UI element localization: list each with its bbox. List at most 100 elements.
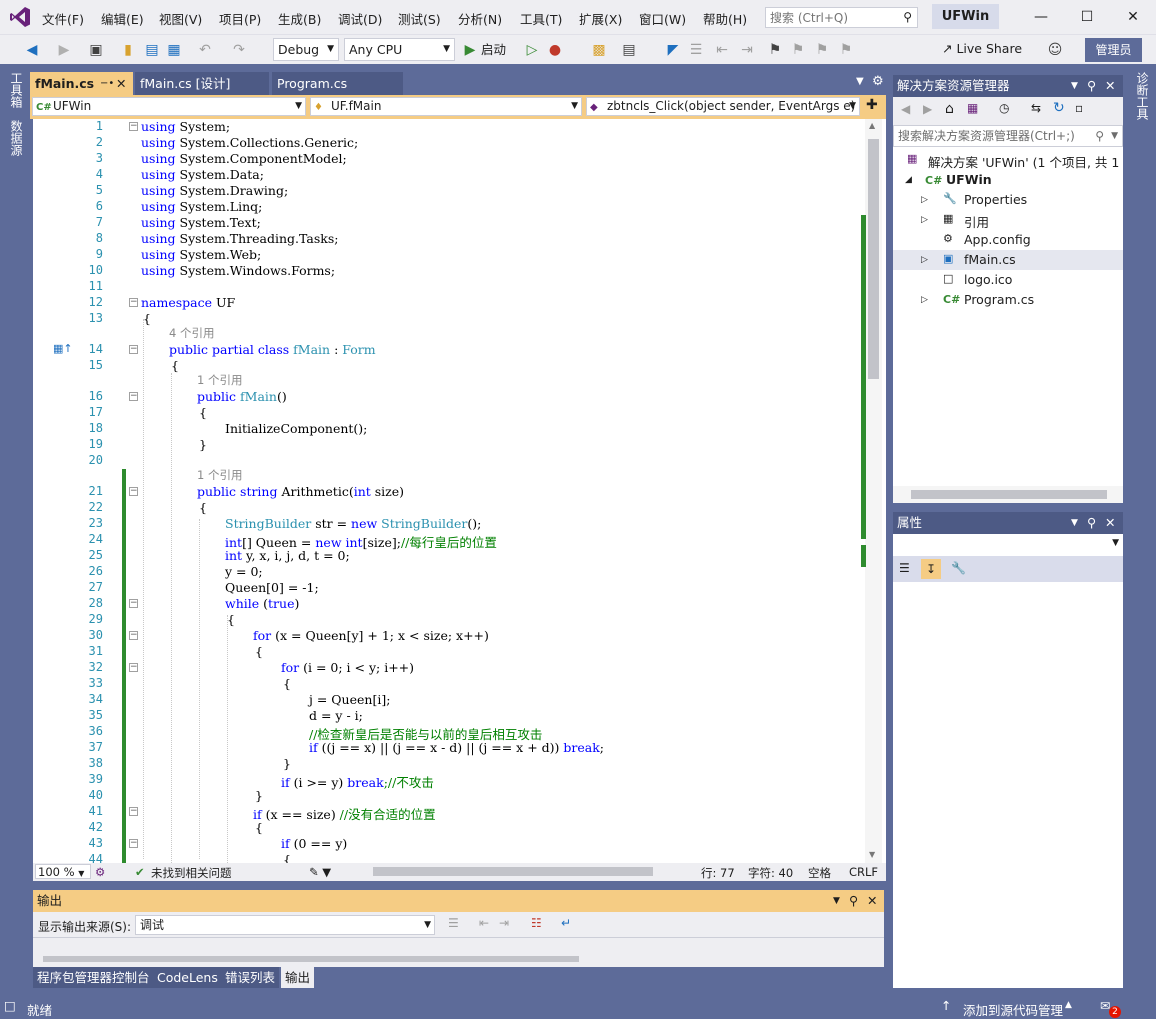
scrollbar-thumb[interactable] xyxy=(911,490,1107,499)
collapse-icon[interactable]: − xyxy=(129,392,138,401)
add-to-source-control[interactable]: 添加到源代码管理 xyxy=(963,1000,1063,1019)
tree-app-config[interactable]: App.config xyxy=(964,232,1031,247)
new-project-icon[interactable]: ▣ xyxy=(86,40,106,60)
step-icon[interactable]: ◤ xyxy=(664,40,682,60)
collapse-icon[interactable]: − xyxy=(129,298,138,307)
tree-fmain-cs[interactable]: fMain.cs xyxy=(964,252,1016,267)
minimize-icon[interactable]: — xyxy=(1026,6,1056,28)
bookmark-icon[interactable]: ⚑ xyxy=(767,40,783,60)
redo-icon[interactable]: ↷ xyxy=(230,40,248,60)
solution-hscroll[interactable] xyxy=(893,486,1123,503)
forward-icon[interactable]: ▶ xyxy=(923,102,932,116)
solution-search-input[interactable]: 搜索解决方案资源管理器(Ctrl+;) ⚲ ▼ xyxy=(893,125,1123,147)
close-panel-icon[interactable]: ✕ xyxy=(1105,512,1115,534)
outdent-icon[interactable]: ⇤ xyxy=(713,40,731,60)
datasource-tab[interactable]: 数据源 xyxy=(8,120,25,156)
tree-properties[interactable]: Properties xyxy=(964,192,1027,207)
indent-icon[interactable]: ⇥ xyxy=(738,40,756,60)
codelens-references[interactable]: 1 个引用 xyxy=(197,372,242,388)
close-panel-icon[interactable]: ✕ xyxy=(1105,75,1115,97)
menu-view[interactable]: 视图(V) xyxy=(159,9,202,28)
expand-icon[interactable]: ▷ xyxy=(921,215,928,225)
menu-test[interactable]: 测试(S) xyxy=(398,9,441,28)
class-dropdown[interactable]: ♦ UF.fMain ▼ xyxy=(310,97,582,116)
collapse-icon[interactable]: − xyxy=(129,839,138,848)
feedback-icon[interactable]: ☺ xyxy=(1045,40,1065,60)
admin-badge[interactable]: 管理员 xyxy=(1085,38,1142,62)
prev-message-icon[interactable]: ⇤ xyxy=(479,916,489,930)
home-icon[interactable]: ⌂ xyxy=(945,101,954,117)
tree-program-cs[interactable]: Program.cs xyxy=(964,292,1034,307)
tab-error-list[interactable]: 错误列表 xyxy=(221,967,280,988)
output-window-icon[interactable]: □ xyxy=(4,998,16,1013)
pin-icon[interactable]: ⚲ xyxy=(1087,75,1096,97)
indent-mode[interactable]: 空格 xyxy=(808,865,831,881)
start-icon[interactable]: ▶ xyxy=(462,40,478,60)
menu-extensions[interactable]: 扩展(X) xyxy=(579,9,622,28)
alphabetical-icon[interactable]: ↧ xyxy=(921,559,941,579)
collapse-icon[interactable]: − xyxy=(129,487,138,496)
clear-all-icon[interactable]: ☷ xyxy=(531,916,542,930)
zoom-select[interactable]: 100 % ▼ xyxy=(35,864,91,879)
property-pages-icon[interactable]: 🔧 xyxy=(951,561,966,575)
implements-icon[interactable]: ▦↑ xyxy=(53,342,73,355)
menu-window[interactable]: 窗口(W) xyxy=(639,9,686,28)
hot-reload-icon[interactable]: ● xyxy=(546,40,564,60)
pin-icon[interactable]: ⚲ xyxy=(1087,512,1096,534)
project-dropdown[interactable]: C# UFWin ▼ xyxy=(32,97,306,116)
close-icon[interactable]: ✕ xyxy=(1118,6,1148,28)
expand-icon[interactable]: ▷ xyxy=(921,255,928,265)
sync-icon[interactable]: ⇆ xyxy=(1031,101,1041,115)
panel-menu-icon[interactable]: ▼ xyxy=(1071,75,1078,97)
output-source-select[interactable]: 调试 ▼ xyxy=(135,915,435,935)
line-ending[interactable]: CRLF xyxy=(849,865,878,879)
solution-switch-icon[interactable]: ▦ xyxy=(967,101,978,115)
cleanup-icon[interactable]: ✎ ▼ xyxy=(309,865,331,879)
output-hscroll[interactable] xyxy=(43,956,579,962)
menu-project[interactable]: 项目(P) xyxy=(219,9,261,28)
pending-changes-icon[interactable]: ◷ xyxy=(999,101,1009,115)
horizontal-scrollbar[interactable] xyxy=(373,867,653,876)
tab-codelens[interactable]: CodeLens xyxy=(153,967,222,988)
search-box[interactable]: ⚲ xyxy=(765,7,918,28)
collapse-icon[interactable]: − xyxy=(129,599,138,608)
comment-icon[interactable]: ☰ xyxy=(687,40,705,60)
pin-icon[interactable]: −• xyxy=(100,72,114,95)
goto-icon[interactable]: ☰ xyxy=(448,916,459,930)
settings-icon[interactable]: ⚙ xyxy=(872,74,884,89)
open-folder-icon[interactable]: ▮ xyxy=(120,40,136,60)
toolbox-tab[interactable]: 工具箱 xyxy=(8,72,25,108)
code-editor[interactable]: 1 2 3 4 5 6 7 8 9 10 11 12 13 14 15 16 1… xyxy=(33,119,886,863)
refresh-icon[interactable]: ↻ xyxy=(1053,100,1065,116)
live-share-button[interactable]: ↗ Live Share xyxy=(942,41,1022,56)
back-icon[interactable]: ◀ xyxy=(901,102,910,116)
chevron-up-icon[interactable]: ▲ xyxy=(1065,1000,1072,1010)
config-select[interactable]: Debug ▼ xyxy=(273,38,339,61)
solution-icon[interactable]: ▩ xyxy=(590,40,608,60)
pin-icon[interactable]: ⚲ xyxy=(849,890,858,912)
tab-fmain-cs[interactable]: fMain.cs −• ✕ xyxy=(30,72,133,95)
menu-build[interactable]: 生成(B) xyxy=(278,9,321,28)
maximize-icon[interactable]: ☐ xyxy=(1072,6,1102,28)
diagnostics-tab[interactable]: 诊断工具 xyxy=(1134,72,1151,120)
member-dropdown[interactable]: ◆ zbtncls_Click(object sender, EventArgs… xyxy=(586,97,860,116)
chevron-down-icon[interactable]: ▼ xyxy=(1111,126,1118,146)
bookmark-prev-icon[interactable]: ⚑ xyxy=(790,40,806,60)
expanded-icon[interactable]: ◢ xyxy=(905,175,912,185)
tree-references[interactable]: 引用 xyxy=(964,212,989,231)
panel-menu-icon[interactable]: ▼ xyxy=(1071,512,1078,534)
tab-list-icon[interactable]: ▼ xyxy=(856,76,864,87)
menu-file[interactable]: 文件(F) xyxy=(42,9,84,28)
platform-select[interactable]: Any CPU ▼ xyxy=(344,38,455,61)
object-select[interactable]: ▼ xyxy=(893,534,1123,556)
close-tab-icon[interactable]: ✕ xyxy=(116,72,126,95)
codelens-references[interactable]: 4 个引用 xyxy=(169,325,214,341)
collapse-all-icon[interactable]: ▫ xyxy=(1075,101,1083,115)
tab-program-cs[interactable]: Program.cs xyxy=(272,72,403,95)
save-all-icon[interactable]: ▦ xyxy=(165,40,183,60)
menu-edit[interactable]: 编辑(E) xyxy=(101,9,144,28)
start-button[interactable]: 启动 xyxy=(481,40,506,60)
menu-debug[interactable]: 调试(D) xyxy=(338,9,382,28)
collapse-icon[interactable]: − xyxy=(129,663,138,672)
panel-menu-icon[interactable]: ▼ xyxy=(833,890,840,912)
